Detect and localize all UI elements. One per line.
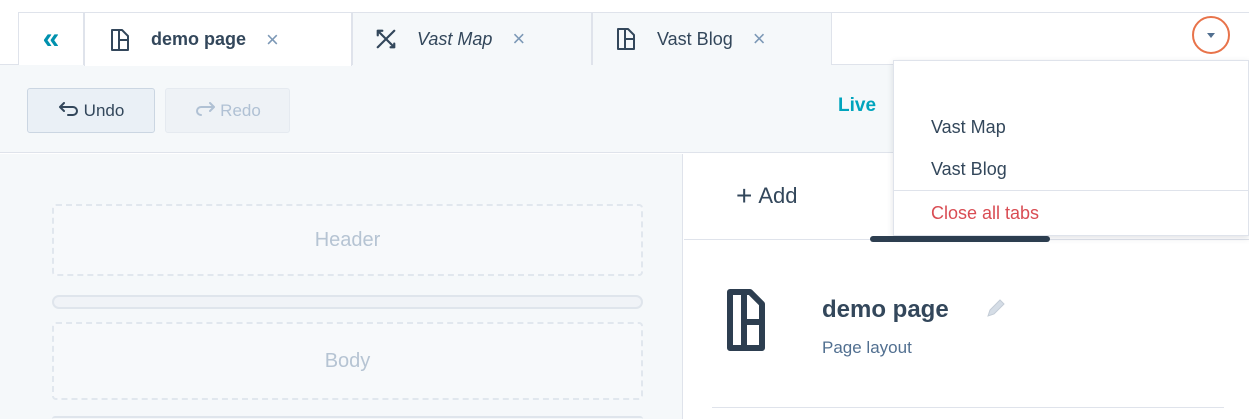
add-label: Add bbox=[758, 183, 798, 208]
page-type-label: Page layout bbox=[822, 338, 912, 357]
plus-icon: + bbox=[736, 180, 753, 211]
section-divider bbox=[52, 295, 643, 309]
close-tab-icon[interactable]: × bbox=[753, 26, 766, 52]
collapse-sidebar-button[interactable]: « bbox=[18, 12, 84, 65]
page-name: demo page bbox=[822, 296, 949, 323]
sidebar-tab-add[interactable]: + Add bbox=[736, 182, 798, 210]
dropdown-separator bbox=[894, 190, 1248, 191]
close-tab-icon[interactable]: × bbox=[512, 26, 525, 52]
redo-button[interactable]: Redo bbox=[165, 88, 290, 133]
tab-label: Vast Blog bbox=[657, 28, 733, 49]
tab-bar-empty-area bbox=[832, 12, 1249, 64]
dropdown-item-vast-blog[interactable]: Vast Blog bbox=[931, 159, 1007, 180]
tabs-dropdown-button[interactable] bbox=[1192, 16, 1230, 54]
close-tab-icon[interactable]: × bbox=[266, 27, 279, 53]
body-drop-zone[interactable]: Body bbox=[52, 322, 643, 400]
page-icon bbox=[615, 27, 637, 51]
live-preview-link[interactable]: Live bbox=[838, 95, 876, 117]
double-chevron-left-icon: « bbox=[42, 22, 60, 55]
close-all-tabs-item[interactable]: Close all tabs bbox=[931, 203, 1039, 224]
page-icon bbox=[109, 28, 131, 52]
page-canvas: Header Body bbox=[0, 154, 683, 419]
redo-arrow-icon bbox=[194, 100, 216, 121]
tab-demo-page[interactable]: demo page × bbox=[84, 12, 352, 66]
undo-arrow-icon bbox=[58, 100, 80, 121]
body-zone-label: Body bbox=[324, 349, 371, 372]
sidebar-divider bbox=[712, 407, 1224, 408]
tab-vast-blog[interactable]: Vast Blog × bbox=[592, 12, 832, 65]
tabs-dropdown-menu: Vast Map Vast Blog Close all tabs bbox=[893, 60, 1249, 236]
redo-label: Redo bbox=[220, 100, 261, 120]
undo-label: Undo bbox=[83, 100, 125, 120]
pencil-icon[interactable] bbox=[984, 296, 1008, 320]
tab-label: Vast Map bbox=[417, 28, 493, 49]
tab-label: demo page bbox=[151, 29, 247, 49]
undo-button[interactable]: Undo bbox=[27, 88, 155, 133]
tab-bar: « demo page × Vast Map × Vast Blog × bbox=[0, 0, 1249, 66]
tab-vast-map[interactable]: Vast Map × bbox=[352, 12, 592, 65]
chevron-down-icon bbox=[1207, 32, 1215, 38]
tools-icon bbox=[375, 27, 397, 51]
header-drop-zone[interactable]: Header bbox=[52, 204, 643, 276]
header-zone-label: Header bbox=[314, 228, 381, 251]
page-layout-icon bbox=[727, 289, 765, 351]
active-tab-indicator bbox=[870, 236, 1050, 242]
dropdown-item-vast-map[interactable]: Vast Map bbox=[931, 117, 1006, 138]
